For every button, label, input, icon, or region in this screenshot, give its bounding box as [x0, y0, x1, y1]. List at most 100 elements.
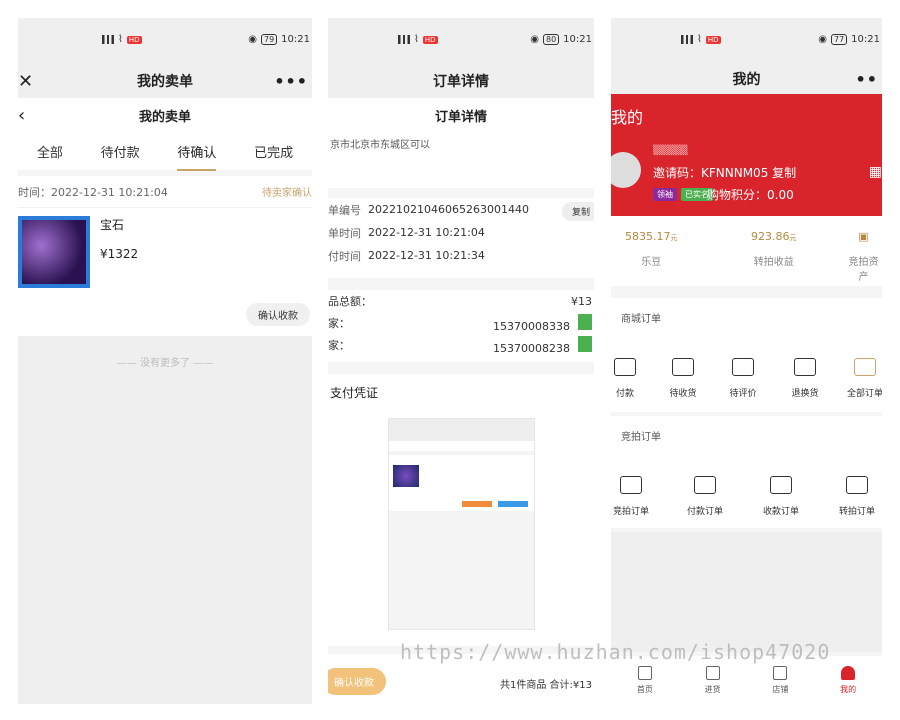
- mini-button: [498, 501, 528, 507]
- hd-badge: HD: [126, 35, 142, 44]
- asset-label: 乐豆: [641, 257, 662, 268]
- proof-title: 支付凭证: [330, 386, 379, 400]
- asset-value: 5835.17: [625, 230, 671, 243]
- top-bar: ✕ 我的卖单 •••: [18, 64, 312, 98]
- back-icon[interactable]: ‹: [18, 105, 25, 126]
- more-icon[interactable]: •••: [274, 72, 308, 91]
- status-icons-right: ◉ 79 10:21: [248, 34, 310, 45]
- order-tabs: 全部 待付款 待确认 已完成: [18, 132, 312, 171]
- battery: 77: [830, 34, 848, 45]
- call-button[interactable]: [578, 313, 592, 330]
- panel-my-sell-orders: ⌇ HD ◉ 79 10:21 ✕ 我的卖单 ••• ‹ 我的卖单 全部 待付款 待确…: [18, 18, 312, 704]
- auction-item-receive[interactable]: 收款订单: [757, 476, 805, 517]
- phone-label: 家：: [328, 339, 350, 352]
- mini-product-image: [393, 465, 419, 487]
- sub-header: ‹ 我的卖单: [18, 98, 312, 132]
- value: 2022-12-31 10:21:04: [368, 226, 485, 239]
- item-label: 退换货: [791, 389, 819, 399]
- wallet-icon: [614, 358, 636, 376]
- mall-item-review[interactable]: 待评价: [723, 358, 763, 399]
- no-more-text: —— 没有更多了 ——: [18, 336, 312, 704]
- label: 单编号: [328, 203, 361, 217]
- panel-order-detail: ⌇ HD ◉ 80 10:21 订单详情 订单详情 京市北京市东城区可以 单编号 202…: [328, 18, 594, 704]
- auction-item-resale[interactable]: 转拍订单: [833, 476, 881, 517]
- profile-banner: 我的 ▒▒▒▒▒ 邀请码：KFNNNM05 复制 领袖 已实名 购物积分：0.0…: [611, 94, 882, 216]
- banner-title: 我的: [611, 108, 644, 127]
- nav-mine[interactable]: 我的: [840, 656, 856, 704]
- label: 付时间: [328, 249, 361, 263]
- status-icons-left: ⌇ HD: [681, 34, 721, 45]
- asset-resale-income[interactable]: 923.86元 转拍收益: [751, 230, 797, 268]
- signal-icon: [102, 35, 114, 44]
- asset-ledou[interactable]: 5835.17元 乐豆: [625, 230, 678, 268]
- sub-title: 订单详情: [434, 109, 487, 125]
- qr-code-icon[interactable]: ▦: [869, 164, 882, 180]
- item-label: 付款: [615, 389, 634, 399]
- auction-item-pay[interactable]: 付款订单: [681, 476, 729, 517]
- order-total: 共1件商品 合计:¥13: [500, 680, 592, 691]
- order-card[interactable]: 时间：2022-12-31 10:21:04 待卖家确认 宝石 ¥1322 确认…: [18, 176, 312, 336]
- grid-icon: [773, 666, 788, 680]
- item-label: 转拍订单: [838, 507, 875, 517]
- clock: 10:21: [281, 34, 310, 45]
- sub-title: 我的卖单: [138, 109, 191, 125]
- hd-badge: HD: [705, 35, 721, 44]
- confirm-receipt-button[interactable]: 确认收款: [328, 668, 386, 695]
- diamond-icon: [705, 666, 720, 680]
- confirm-receipt-button[interactable]: 确认收款: [246, 303, 310, 326]
- sub-header: 订单详情: [328, 98, 594, 132]
- mall-item-refund[interactable]: 退换货: [785, 358, 825, 399]
- asset-unit: 元: [670, 234, 678, 242]
- signal-icon: [398, 35, 410, 44]
- shopping-points: 购物积分：0.00: [707, 188, 794, 202]
- page-title: 我的卖单: [137, 74, 193, 90]
- proof-image[interactable]: [388, 418, 535, 630]
- asset-auction[interactable]: ▣ 竞拍资产: [845, 230, 882, 283]
- tab-completed[interactable]: 已完成: [254, 142, 293, 161]
- box-icon: [794, 358, 816, 376]
- item-label: 收款订单: [762, 507, 799, 517]
- mall-orders: 商城订单 付款 待收货 待评价 退换货 全部订单: [611, 298, 882, 412]
- tab-pending-payment[interactable]: 待付款: [101, 142, 140, 161]
- pay-time-row: 付时间 2022-12-31 10:21:34: [328, 244, 594, 267]
- more-icon[interactable]: ••: [856, 70, 878, 89]
- order-time-row: 单时间 2022-12-31 10:21:04: [328, 221, 594, 244]
- clock: 10:21: [851, 34, 880, 45]
- tab-pending-confirm[interactable]: 待确认: [177, 142, 217, 171]
- asset-label: 转拍收益: [753, 257, 794, 268]
- product-row: 宝石 ¥1322: [18, 208, 312, 296]
- order-header: 时间：2022-12-31 10:21:04 待卖家确认: [18, 176, 312, 208]
- receive-order-icon: [770, 476, 792, 494]
- product-info: 宝石 ¥1322: [100, 216, 138, 288]
- top-bar: 我的 ••: [611, 64, 882, 94]
- address-text: 京市北京市东城区可以: [330, 140, 430, 151]
- section-title: 商城订单: [621, 314, 661, 325]
- value: 20221021046065263001440: [368, 203, 529, 216]
- total-row: 品总额： ¥13: [328, 290, 594, 312]
- mall-item-pay[interactable]: 付款: [611, 358, 639, 399]
- close-icon[interactable]: ✕: [18, 71, 33, 92]
- call-button[interactable]: [578, 335, 592, 352]
- product-name: 宝石: [100, 218, 125, 232]
- order-status: 待卖家确认: [262, 188, 312, 199]
- mall-item-all[interactable]: 全部订单: [843, 358, 882, 399]
- order-number-row: 单编号 20221021046065263001440: [328, 198, 594, 221]
- buyer-phone: 15370008338: [493, 319, 570, 333]
- status-icons-left: ⌇ HD: [102, 34, 142, 45]
- status-icons-right: ◉ 80 10:21: [530, 34, 592, 45]
- tab-all[interactable]: 全部: [37, 142, 63, 161]
- wifi-icon: ⌇: [697, 34, 702, 45]
- item-label: 全部订单: [846, 389, 882, 399]
- watermark-text: https://www.huzhan.com/ishop47020: [400, 640, 831, 664]
- invite-code[interactable]: 邀请码：KFNNNM05 复制: [653, 164, 796, 181]
- wifi-icon: ⌇: [414, 34, 419, 45]
- clock: 10:21: [563, 34, 592, 45]
- battery: 80: [542, 34, 560, 45]
- avatar[interactable]: [611, 152, 641, 188]
- copy-button[interactable]: 复制: [561, 202, 594, 221]
- label: 单时间: [328, 226, 361, 240]
- item-label: 待评价: [729, 389, 757, 399]
- auction-item-bid[interactable]: 竞拍订单: [611, 476, 651, 517]
- status-icons-left: ⌇ HD: [398, 34, 438, 45]
- mall-item-shipping[interactable]: 待收货: [663, 358, 703, 399]
